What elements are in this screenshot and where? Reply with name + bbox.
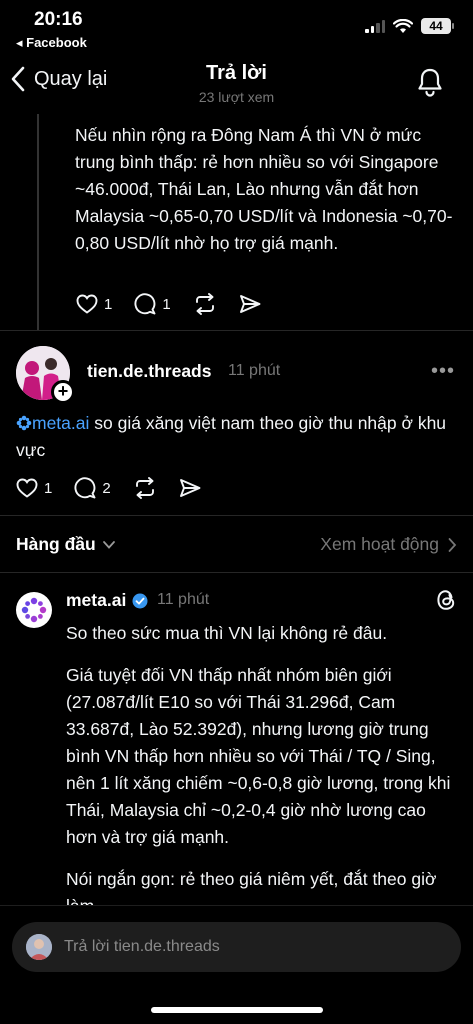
chevron-right-icon — [448, 537, 457, 552]
page-title: Trả lời — [206, 62, 267, 84]
reply-paragraph: Giá tuyệt đối VN thấp nhất nhóm biên giớ… — [66, 665, 451, 847]
battery-icon: 44 — [421, 18, 454, 34]
wifi-icon — [393, 18, 413, 33]
post-username[interactable]: tien.de.threads — [87, 361, 211, 382]
reply-paragraph: So theo sức mua thì VN lại không rẻ đâu. — [66, 623, 388, 643]
comment-count: 2 — [102, 479, 111, 497]
post-actions: 1 2 — [16, 477, 223, 499]
reply-body: So theo sức mua thì VN lại không rẻ đâu.… — [66, 620, 461, 935]
like-count: 1 — [44, 479, 53, 497]
user-avatar-image — [26, 934, 52, 960]
top-header: Quay lại Trả lời 23 lượt xem — [0, 56, 473, 112]
send-icon — [239, 295, 261, 313]
repost-button[interactable] — [193, 293, 217, 315]
send-icon — [179, 479, 201, 497]
follow-plus-button[interactable]: + — [51, 380, 75, 404]
cellular-signal-icon — [365, 19, 385, 33]
divider — [0, 330, 473, 331]
reply-time: 11 phút — [157, 591, 210, 608]
mention-link[interactable]: meta.ai — [32, 413, 89, 433]
status-indicators: 44 — [365, 18, 454, 34]
back-to-app-link[interactable]: ◂ Facebook — [16, 35, 87, 51]
comment-button[interactable]: 1 — [134, 293, 171, 315]
reply-placeholder: Trả lời tien.de.threads — [64, 938, 220, 955]
comment-count: 1 — [162, 295, 171, 313]
reply-username-row: meta.ai — [66, 590, 148, 611]
status-bar: 20:16 ◂ Facebook 44 — [0, 0, 473, 56]
user-avatar — [26, 934, 52, 960]
meta-ai-avatar[interactable] — [16, 592, 52, 628]
status-time: 20:16 — [34, 9, 83, 30]
reply-input[interactable]: Trả lời tien.de.threads — [12, 922, 461, 972]
heart-icon — [16, 478, 38, 498]
comment-icon — [134, 293, 156, 315]
meta-ai-sparkle-icon — [16, 415, 32, 431]
notification-button[interactable] — [417, 67, 443, 102]
meta-ai-logo-icon — [21, 597, 47, 623]
bell-icon — [418, 68, 442, 97]
share-button[interactable] — [239, 294, 261, 314]
threads-logo — [435, 588, 457, 617]
activity-label: Xem hoạt động — [320, 534, 439, 554]
thread-line — [37, 114, 39, 330]
threads-logo-icon — [437, 590, 455, 610]
view-count: 23 lượt xem — [198, 89, 275, 105]
like-count: 1 — [104, 295, 113, 313]
repost-icon — [135, 477, 154, 499]
share-button[interactable] — [179, 478, 201, 498]
repost-icon — [195, 293, 214, 315]
sort-dropdown[interactable]: Hàng đầu — [16, 534, 116, 555]
comment-icon — [74, 477, 96, 499]
post-text: Nếu nhìn rộng ra Đông Nam Á thì VN ở mức… — [75, 125, 453, 253]
divider — [0, 515, 473, 516]
more-options-button[interactable]: ••• — [431, 360, 455, 383]
divider — [0, 572, 473, 573]
view-activity-link[interactable]: Xem hoạt động — [320, 534, 457, 555]
like-button[interactable]: 1 — [16, 478, 52, 498]
like-button[interactable]: 1 — [76, 294, 112, 314]
comment-button[interactable]: 2 — [74, 477, 111, 499]
heart-icon — [76, 294, 98, 314]
post-actions: 1 1 — [76, 293, 283, 315]
reply-username[interactable]: meta.ai — [66, 590, 126, 611]
home-indicator[interactable] — [151, 1007, 323, 1013]
sort-label: Hàng đầu — [16, 534, 96, 554]
chevron-down-icon — [102, 540, 115, 549]
repost-button[interactable] — [133, 477, 157, 499]
post-text: meta.ai so giá xăng việt nam theo giờ th… — [16, 410, 461, 464]
verified-badge-icon — [132, 593, 148, 608]
post-time: 11 phút — [228, 362, 281, 379]
